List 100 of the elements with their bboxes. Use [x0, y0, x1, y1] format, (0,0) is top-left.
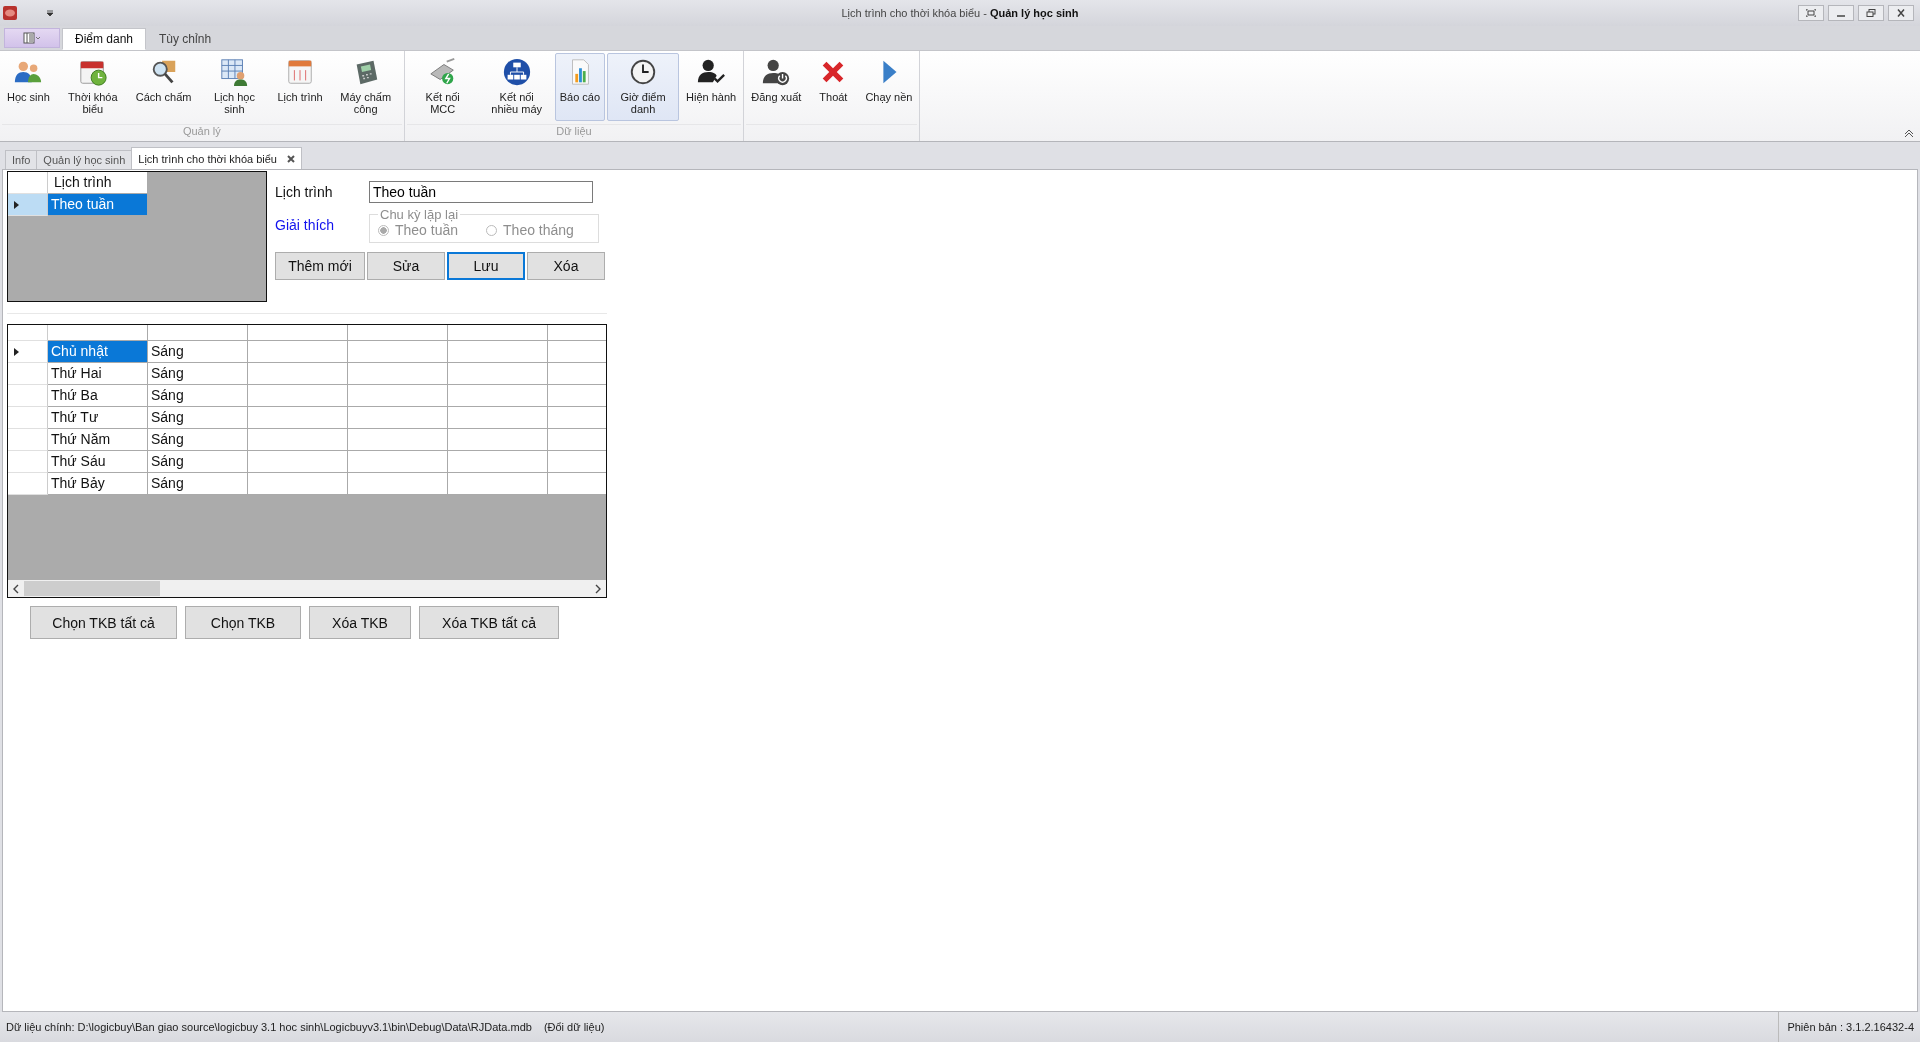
ribbon-button[interactable]: Chạy nền	[860, 53, 918, 121]
table-cell[interactable]	[348, 451, 448, 473]
table-cell[interactable]	[448, 429, 548, 451]
ribbon-button[interactable]: Máy chấm công	[329, 53, 402, 121]
table-cell[interactable]: Thứ Năm	[48, 429, 148, 451]
table-cell[interactable]: Thứ Ba	[48, 385, 148, 407]
close-icon[interactable]	[287, 154, 295, 163]
minimize-button[interactable]	[1828, 5, 1854, 21]
group-title: Chu kỳ lặp lại	[379, 207, 460, 222]
table-cell[interactable]: Sáng	[148, 429, 248, 451]
ribbon-button[interactable]: Lịch trình	[272, 53, 328, 121]
table-cell[interactable]	[248, 385, 348, 407]
scroll-left-icon[interactable]	[13, 583, 19, 594]
grid-person-icon	[219, 57, 250, 87]
table-cell[interactable]: Thứ Hai	[48, 363, 148, 385]
radio-label: Theo tháng	[503, 222, 574, 238]
current-row-icon	[14, 200, 19, 209]
group-label: Quản lý	[182, 125, 221, 137]
network-icon	[501, 57, 532, 87]
table-cell[interactable]	[448, 385, 548, 407]
column-header: Lịch trình	[48, 172, 148, 194]
table-cell[interactable]	[348, 429, 448, 451]
table-cell[interactable]	[448, 451, 548, 473]
horizontal-scrollbar[interactable]	[8, 580, 606, 597]
table-cell[interactable]: Sáng	[148, 341, 248, 363]
row-header[interactable]	[8, 341, 48, 363]
table-cell[interactable]	[248, 341, 348, 363]
ribbon-tab[interactable]: Tùy chỉnh	[146, 28, 225, 50]
action-button[interactable]: Xóa TKB	[309, 606, 411, 639]
dropdown-icon[interactable]	[46, 10, 54, 16]
data-path-text: Dữ liệu chính: D:\logicbuy\Ban giao source\logicbuy 3.1 hoc sinh\Logicbuyv3.1\bin\Debug\Data\RJData.mdb	[6, 1021, 532, 1033]
tab-label: Quản lý học sinh	[43, 154, 126, 166]
ribbon-button[interactable]: Đăng xuất	[746, 53, 807, 121]
close-icon	[1896, 9, 1906, 17]
field-label: Lịch trình	[275, 184, 334, 200]
action-button[interactable]: Chọn TKB	[185, 606, 301, 639]
table-cell[interactable]	[348, 385, 448, 407]
table-cell[interactable]	[448, 473, 548, 495]
table-cell[interactable]	[248, 407, 348, 429]
ribbon-button[interactable]: Kết nối MCC	[406, 53, 479, 121]
app-icon[interactable]	[2, 5, 18, 21]
application-menu-button[interactable]	[4, 28, 60, 48]
version-text: Phiên bản : 3.1.2.16432-4	[1778, 1012, 1914, 1042]
ribbon-button[interactable]: Báo cáo	[554, 53, 606, 121]
menu-icon	[21, 32, 43, 44]
table-cell[interactable]: Thứ Bảy	[48, 473, 148, 495]
table-cell[interactable]	[448, 407, 548, 429]
window-title: Lịch trình cho thời khóa biểu - Quản lý học sinh	[841, 7, 1079, 19]
action-button[interactable]: Xóa TKB tất cả	[419, 606, 559, 639]
table-cell[interactable]	[348, 363, 448, 385]
restore-icon	[1866, 9, 1876, 17]
table-cell[interactable]	[448, 363, 548, 385]
collapse-ribbon-icon[interactable]	[1904, 129, 1914, 137]
table-cell[interactable]: Sáng	[148, 451, 248, 473]
ribbon-tab[interactable]: Điểm danh	[62, 28, 147, 50]
table-cell[interactable]	[248, 473, 348, 495]
scroll-right-icon[interactable]	[595, 583, 601, 594]
document-tab[interactable]: Lịch trình cho thời khóa biểu	[131, 147, 302, 169]
ribbon-button[interactable]: Kết nối nhiều máy	[480, 53, 553, 121]
radio-label: Theo tuần	[395, 222, 459, 238]
document-tab[interactable]: Quản lý học sinh	[36, 150, 133, 169]
table-cell[interactable]	[248, 429, 348, 451]
table-cell[interactable]: Chủ nhật	[48, 341, 148, 363]
close-button[interactable]	[1888, 5, 1914, 21]
ribbon-button[interactable]: Lịch học sinh	[198, 53, 271, 121]
table-cell[interactable]: Thứ Sáu	[48, 451, 148, 473]
document-tab[interactable]: Info	[5, 150, 38, 169]
table-cell[interactable]: Theo tuần	[48, 194, 148, 216]
form-button[interactable]: Lưu	[447, 252, 525, 280]
table-cell[interactable]	[348, 341, 448, 363]
table-cell[interactable]: Sáng	[148, 407, 248, 429]
current-row-icon	[14, 347, 19, 356]
table-cell[interactable]: Thứ Tư	[48, 407, 148, 429]
table-cell[interactable]	[348, 473, 448, 495]
table-cell[interactable]	[248, 363, 348, 385]
explain-link[interactable]: Giải thích	[275, 217, 369, 233]
form-button[interactable]: Thêm mới	[275, 252, 365, 280]
table-cell[interactable]	[348, 407, 448, 429]
ribbon-button[interactable]: Giờ điểm danh	[607, 53, 680, 121]
restore-button[interactable]	[1858, 5, 1884, 21]
scroll-thumb[interactable]	[24, 581, 160, 596]
row-header[interactable]	[8, 194, 48, 216]
form-button[interactable]: Sửa	[367, 252, 445, 280]
action-button[interactable]: Chọn TKB tất cả	[30, 606, 177, 639]
change-data-link[interactable]: (Đổi dữ liệu)	[543, 1021, 605, 1033]
table-cell[interactable]: Sáng	[148, 473, 248, 495]
tab-label: Lịch trình cho thời khóa biểu	[138, 152, 277, 165]
schedule-field[interactable]: Theo tuần	[369, 181, 593, 203]
fullscreen-button[interactable]	[1798, 5, 1824, 21]
ribbon-button[interactable]: Hiện hành	[681, 53, 742, 121]
form-button[interactable]: Xóa	[527, 252, 605, 280]
table-cell[interactable]: Sáng	[148, 385, 248, 407]
ribbon-button[interactable]: Học sinh	[2, 53, 55, 121]
ribbon-button[interactable]: Thoát	[808, 53, 859, 121]
table-cell[interactable]	[448, 341, 548, 363]
table-cell[interactable]: Sáng	[148, 363, 248, 385]
group-label: Dữ liệu	[556, 125, 592, 137]
ribbon-button[interactable]: Thời khóa biểu	[56, 53, 129, 121]
ribbon-button[interactable]: Cách chấm	[130, 53, 197, 121]
table-cell[interactable]	[248, 451, 348, 473]
